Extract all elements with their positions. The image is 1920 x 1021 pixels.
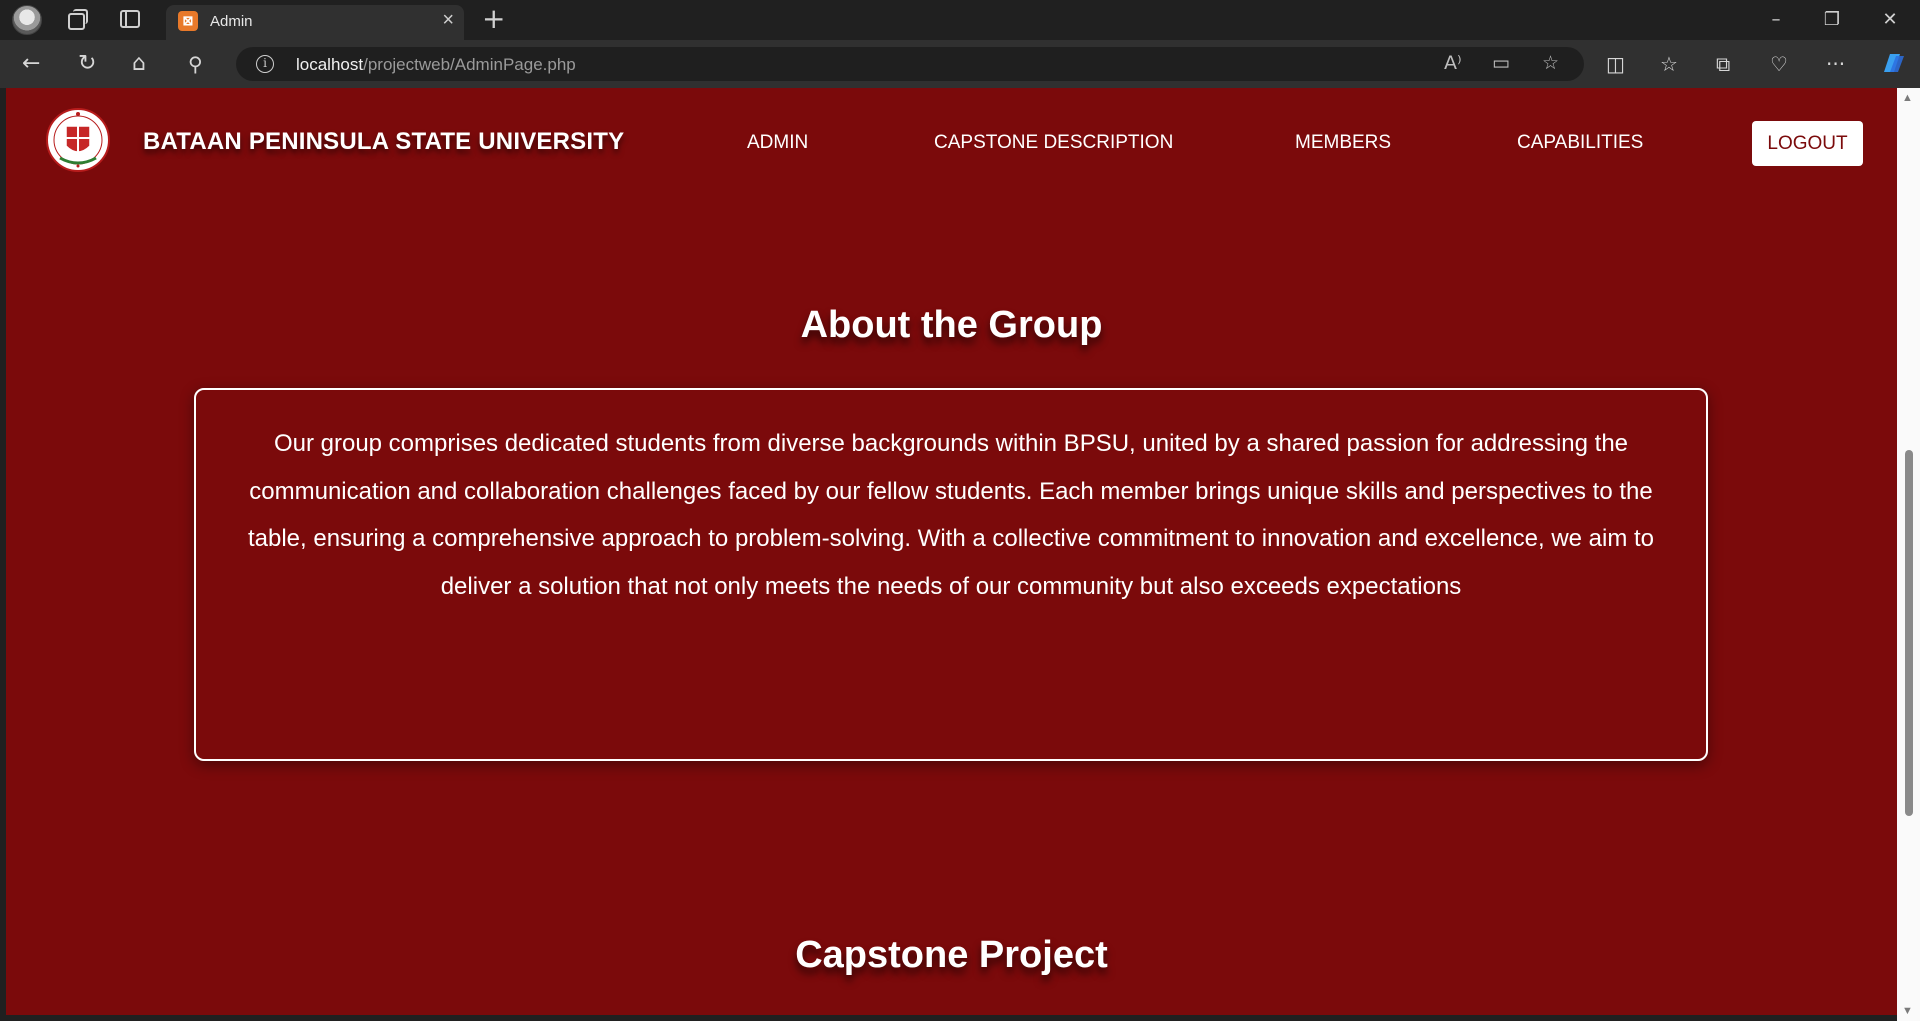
- split-screen-icon[interactable]: ◫: [1606, 50, 1625, 78]
- back-icon[interactable]: ←: [22, 50, 40, 78]
- refresh-icon[interactable]: ↻: [78, 50, 96, 78]
- nav-members[interactable]: MEMBERS: [1295, 132, 1391, 154]
- new-tab-icon[interactable]: +: [482, 2, 505, 35]
- collections-icon[interactable]: ⧉: [1716, 50, 1730, 78]
- more-options-icon[interactable]: ···: [1826, 50, 1845, 78]
- about-text-box: Our group comprises dedicated students f…: [194, 388, 1708, 761]
- about-paragraph: Our group comprises dedicated students f…: [247, 430, 1655, 600]
- browser-toolbar: ← ↻ ⌂ ⚲ i localhost/projectweb/AdminPage…: [0, 40, 1920, 88]
- favorites-icon[interactable]: ☆: [1660, 50, 1678, 78]
- window-bottom-edge: [0, 1015, 1897, 1021]
- profile-avatar[interactable]: [12, 5, 42, 35]
- address-bar[interactable]: i localhost/projectweb/AdminPage.php A⁾ …: [236, 47, 1584, 81]
- home-icon[interactable]: ⌂: [132, 50, 146, 78]
- tab-actions-icon[interactable]: [120, 10, 140, 28]
- nav-capstone-description[interactable]: CAPSTONE DESCRIPTION: [934, 132, 1173, 154]
- scroll-up-arrow-icon[interactable]: ▲: [1902, 92, 1913, 104]
- scroll-down-arrow-icon[interactable]: ▼: [1902, 1005, 1913, 1017]
- capstone-section-title: Capstone Project: [795, 934, 1108, 976]
- favorite-star-icon[interactable]: ☆: [1542, 52, 1559, 74]
- active-tab[interactable]: ⊠ Admin ×: [166, 5, 464, 40]
- immersive-reader-icon[interactable]: ▭: [1492, 52, 1510, 74]
- site-info-icon[interactable]: i: [256, 55, 274, 73]
- close-window-icon[interactable]: ✕: [1862, 2, 1918, 38]
- copilot-icon[interactable]: [1878, 48, 1908, 86]
- page-viewport: BATAAN PENINSULA STATE UNIVERSITY ADMIN …: [6, 88, 1897, 1015]
- about-section-title: About the Group: [800, 304, 1103, 346]
- tab-title: Admin: [210, 13, 253, 30]
- url-text[interactable]: localhost/projectweb/AdminPage.php: [296, 55, 576, 75]
- page-scrollbar[interactable]: ▲ ▼: [1897, 88, 1920, 1021]
- brand-name: BATAAN PENINSULA STATE UNIVERSITY: [143, 128, 625, 155]
- close-tab-icon[interactable]: ×: [442, 9, 454, 32]
- site-header: BATAAN PENINSULA STATE UNIVERSITY ADMIN …: [6, 88, 1897, 200]
- search-icon[interactable]: ⚲: [188, 50, 203, 78]
- xampp-favicon-icon: ⊠: [178, 11, 198, 31]
- logout-button[interactable]: LOGOUT: [1752, 121, 1863, 166]
- scroll-thumb[interactable]: [1905, 450, 1913, 816]
- nav-capabilities[interactable]: CAPABILITIES: [1517, 132, 1643, 154]
- minimize-icon[interactable]: –: [1748, 2, 1804, 38]
- browser-essentials-icon[interactable]: ♡: [1770, 50, 1788, 78]
- restore-icon[interactable]: ❐: [1804, 2, 1860, 38]
- university-seal-logo: [46, 102, 110, 182]
- read-aloud-icon[interactable]: A⁾: [1444, 52, 1462, 74]
- nav-admin[interactable]: ADMIN: [747, 132, 808, 154]
- workspaces-icon[interactable]: [66, 7, 88, 30]
- browser-tab-bar: ⊠ Admin × + – ❐ ✕: [0, 0, 1920, 40]
